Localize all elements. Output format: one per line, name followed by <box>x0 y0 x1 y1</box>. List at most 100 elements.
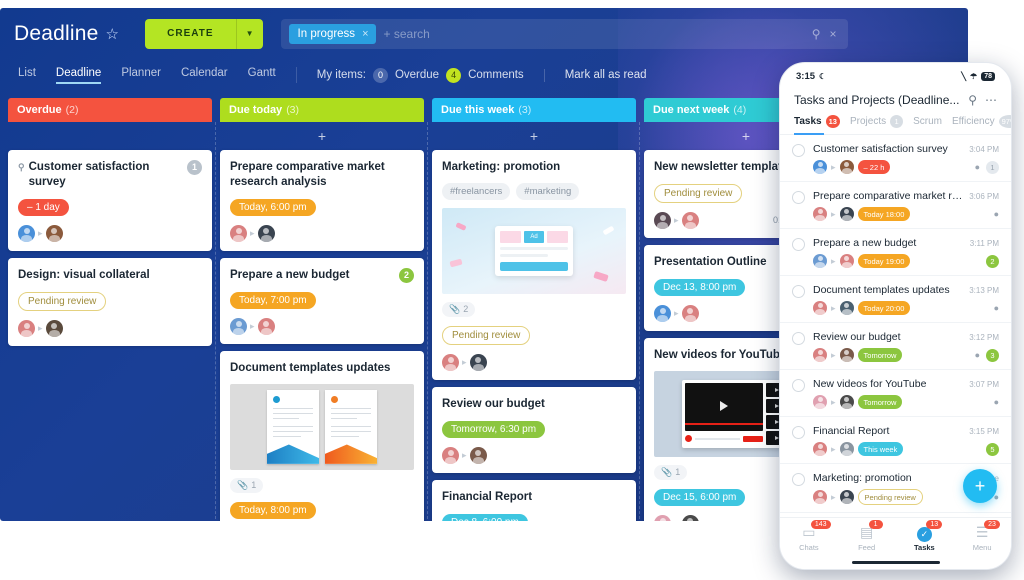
task-checkbox[interactable] <box>792 426 805 439</box>
document-preview <box>267 390 319 464</box>
task-card[interactable]: ⚲ Customer satisfaction survey 1 – 1 day… <box>8 150 212 251</box>
avatar[interactable] <box>813 490 827 504</box>
phone-task-row[interactable]: Prepare a new budget 3:11 PM ▸ Today 19:… <box>780 229 1011 276</box>
avatar[interactable] <box>840 207 854 221</box>
task-checkbox[interactable] <box>792 238 805 251</box>
avatar[interactable] <box>470 447 487 464</box>
phone-task-row[interactable]: Financial Report 3:15 PM ▸ This week 5 <box>780 417 1011 464</box>
phone-nav-tasks[interactable]: ✓Tasks13 <box>896 524 954 552</box>
app-logo[interactable]: Deadline ☆ <box>14 22 119 46</box>
avatar[interactable] <box>230 225 247 242</box>
avatar[interactable] <box>258 225 275 242</box>
avatar[interactable] <box>840 160 854 174</box>
task-checkbox[interactable] <box>792 473 805 486</box>
search-icon[interactable]: ⚲ <box>968 93 977 107</box>
view-tab-planner[interactable]: Planner <box>121 67 161 84</box>
view-tab-calendar[interactable]: Calendar <box>181 67 228 84</box>
task-card[interactable]: Prepare comparative market research anal… <box>220 150 424 251</box>
avatar[interactable] <box>813 160 827 174</box>
avatar[interactable] <box>470 354 487 371</box>
avatar[interactable] <box>840 301 854 315</box>
task-tag[interactable]: #freelancers <box>442 183 510 200</box>
add-task-row[interactable]: + <box>220 122 424 150</box>
task-checkbox[interactable] <box>792 285 805 298</box>
task-card[interactable]: Prepare a new budget 2 Today, 7:00 pm ▸ <box>220 258 424 344</box>
avatar[interactable] <box>682 305 699 322</box>
phone-task-row[interactable]: New videos for YouTube 3:07 PM ▸ Tomorro… <box>780 370 1011 417</box>
phone-tab-scrum[interactable]: Scrum <box>913 116 942 133</box>
star-icon[interactable]: ☆ <box>106 25 120 43</box>
phone-status-bar: 3:15 ☾ ╲ ☂ 78 <box>780 63 1011 89</box>
avatar[interactable] <box>442 447 459 464</box>
task-checkbox[interactable] <box>792 191 805 204</box>
create-button[interactable]: CREATE ▼ <box>145 19 262 49</box>
promo-thumbnail: Ad <box>442 208 626 294</box>
phone-tab-efficiency[interactable]: Efficiency97% <box>952 115 1012 134</box>
avatar[interactable] <box>654 515 671 521</box>
avatar[interactable] <box>813 207 827 221</box>
view-tab-deadline[interactable]: Deadline <box>56 67 101 84</box>
avatar[interactable] <box>682 515 699 521</box>
search-bar[interactable]: In progress × + search ⚲ × <box>281 19 848 49</box>
task-card-header: ⚲ Customer satisfaction survey 1 <box>18 160 202 190</box>
filter-chip-in-progress[interactable]: In progress × <box>289 24 376 44</box>
phone-tab-projects[interactable]: Projects1 <box>850 115 903 134</box>
phone-nav-label: Tasks <box>896 543 954 552</box>
close-icon[interactable]: × <box>362 28 368 40</box>
chevron-down-icon[interactable]: ▼ <box>237 19 263 49</box>
phone-nav-feed[interactable]: ▤Feed1 <box>838 524 896 552</box>
globe-icon: ● <box>994 209 999 219</box>
more-icon[interactable]: ⋯ <box>985 93 997 107</box>
task-checkbox[interactable] <box>792 379 805 392</box>
add-task-row[interactable] <box>8 122 212 150</box>
search-icon[interactable]: ⚲ <box>812 27 821 41</box>
avatar[interactable] <box>654 212 671 229</box>
avatar[interactable] <box>813 442 827 456</box>
avatar[interactable] <box>46 225 63 242</box>
task-card[interactable]: Design: visual collateral Pending review… <box>8 258 212 346</box>
chevron-right-icon: ▸ <box>250 321 255 332</box>
clear-search-icon[interactable]: × <box>830 27 837 41</box>
avatar[interactable] <box>813 348 827 362</box>
phone-tab-tasks[interactable]: Tasks13 <box>794 115 840 134</box>
task-card[interactable]: Marketing: promotion #freelancers#market… <box>432 150 636 380</box>
avatar[interactable] <box>840 490 854 504</box>
task-card[interactable]: Review our budget Tomorrow, 6:30 pm ▸ <box>432 387 636 473</box>
task-card[interactable]: Document templates updates <box>220 351 424 521</box>
mark-all-as-read-button[interactable]: Mark all as read <box>565 69 647 81</box>
avatar[interactable] <box>18 225 35 242</box>
task-thumbnail[interactable]: Ad <box>442 208 626 294</box>
phone-task-row[interactable]: Review our budget 3:12 PM ▸ Tomorrow ● 3 <box>780 323 1011 370</box>
avatar[interactable] <box>813 395 827 409</box>
avatar[interactable] <box>840 395 854 409</box>
avatar[interactable] <box>18 320 35 337</box>
add-task-fab[interactable]: + <box>963 469 997 503</box>
avatar[interactable] <box>654 305 671 322</box>
task-checkbox[interactable] <box>792 332 805 345</box>
phone-task-row[interactable]: Prepare comparative market researc... 3:… <box>780 182 1011 229</box>
avatar[interactable] <box>840 254 854 268</box>
phone-nav-menu[interactable]: ☰Menu23 <box>953 524 1011 552</box>
task-card[interactable]: Financial Report Dec 8, 6:00 pm ▸ <box>432 480 636 521</box>
overdue-label[interactable]: Overdue <box>395 69 439 81</box>
task-checkbox[interactable] <box>792 144 805 157</box>
phone-nav-chats[interactable]: ▭Chats143 <box>780 524 838 552</box>
avatar[interactable] <box>230 318 247 335</box>
avatar[interactable] <box>682 212 699 229</box>
avatar[interactable] <box>840 348 854 362</box>
comments-label[interactable]: Comments <box>468 69 524 81</box>
avatar[interactable] <box>442 354 459 371</box>
phone-task-row[interactable]: Customer satisfaction survey 3:04 PM ▸ –… <box>780 135 1011 182</box>
view-tab-list[interactable]: List <box>18 67 36 84</box>
avatar[interactable] <box>813 301 827 315</box>
avatar[interactable] <box>258 318 275 335</box>
view-tab-gantt[interactable]: Gantt <box>248 67 276 84</box>
task-tag[interactable]: #marketing <box>516 183 579 200</box>
avatar[interactable] <box>840 442 854 456</box>
add-task-row[interactable]: + <box>432 122 636 150</box>
phone-task-row[interactable]: Document templates updates 3:13 PM ▸ Tod… <box>780 276 1011 323</box>
avatar[interactable] <box>46 320 63 337</box>
task-thumbnail[interactable] <box>230 384 414 470</box>
avatar[interactable] <box>813 254 827 268</box>
search-input[interactable]: + search <box>384 27 430 41</box>
